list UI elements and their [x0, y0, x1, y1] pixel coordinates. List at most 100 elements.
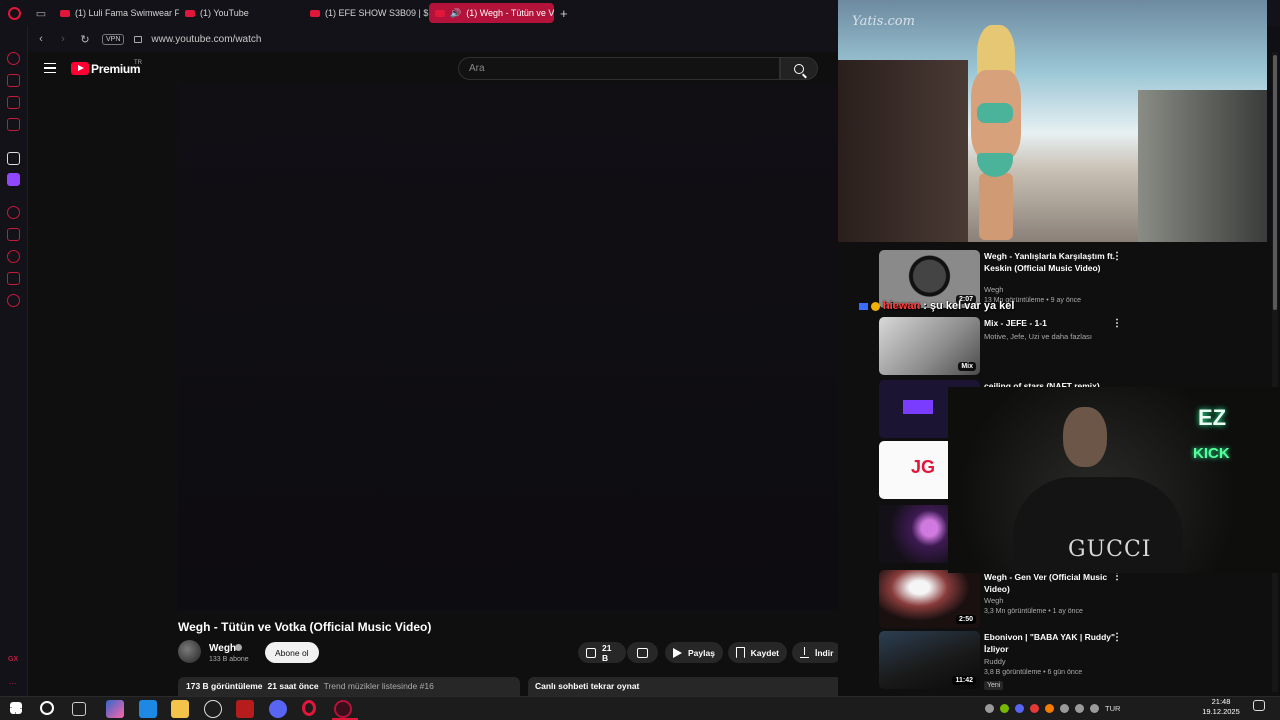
player-icon[interactable] — [7, 206, 20, 219]
channel-avatar[interactable] — [178, 640, 201, 663]
opera-gx-icon[interactable] — [334, 700, 352, 718]
speaker-icon[interactable]: 🔊 — [450, 8, 461, 19]
more-vertical-icon[interactable]: ⋮ — [1112, 318, 1122, 329]
ai-assistant-icon[interactable] — [7, 52, 20, 65]
youtube-favicon-icon — [60, 9, 70, 17]
workspaces-icon[interactable]: ▭ — [28, 0, 54, 26]
browser-sidebar: GX ... — [0, 26, 28, 696]
vpn-badge[interactable]: VPN — [102, 33, 125, 45]
gx-control-label[interactable]: GX — [8, 656, 18, 663]
sidebar-more-icon[interactable]: ... — [9, 676, 17, 686]
download-button[interactable]: İndir — [792, 642, 842, 663]
tab-luli-fama[interactable]: (1) Luli Fama Swimwear F... — [54, 3, 179, 23]
rec-item[interactable]: 11:42 Ebonivon | "BABA YAK | Ruddy" İzli… — [879, 631, 1279, 691]
new-tab-button[interactable]: + — [560, 6, 568, 21]
youtube-header: Premium TR Ara — [28, 52, 880, 86]
video-title: Wegh - Tütün ve Votka (Official Music Vi… — [178, 620, 432, 634]
notifications-icon[interactable] — [1253, 700, 1265, 711]
opera-icon — [7, 6, 21, 20]
steelseries-icon[interactable] — [1045, 703, 1054, 713]
youtube-premium-label[interactable]: Premium — [91, 62, 141, 76]
video-player[interactable] — [178, 86, 870, 610]
tab-wegh-active[interactable]: 🔊 (1) Wegh - Tütün ve V... — [429, 3, 554, 23]
edge-icon[interactable] — [139, 700, 157, 718]
lock-icon[interactable] — [134, 35, 143, 43]
rec-channel[interactable]: Ruddy — [984, 657, 1006, 666]
nvidia-icon[interactable] — [1000, 703, 1009, 713]
chat-text: : şu kel var ya kel — [923, 300, 1015, 312]
settings-gear-icon[interactable] — [7, 294, 20, 307]
rec-channel: Motive, Jefe, Uzi ve daha fazlası — [984, 332, 1092, 341]
description-box[interactable]: 173 B görüntüleme 21 saat önce Trend müz… — [178, 677, 520, 696]
rec-channel[interactable]: Wegh — [984, 285, 1003, 294]
discord-icon[interactable] — [269, 700, 287, 718]
more-vertical-icon[interactable]: ⋮ — [1112, 632, 1122, 643]
clock-date: 19.12.2025 — [1202, 707, 1240, 716]
menu-icon[interactable] — [44, 63, 56, 73]
shirt-text: GUCCI — [1068, 537, 1152, 562]
forward-icon[interactable]: › — [54, 33, 72, 45]
chat-replay-button[interactable]: Canlı sohbeti tekrar oynat — [528, 677, 870, 696]
upload-age: 21 saat önce — [267, 681, 319, 691]
recorder-icon[interactable] — [1030, 703, 1039, 713]
discord-tray-icon[interactable] — [1015, 703, 1024, 713]
reload-icon[interactable]: ↻ — [76, 33, 94, 46]
rec-title[interactable]: Wegh - Gen Ver (Official Music Video) — [984, 571, 1119, 595]
channel-name[interactable]: Wegh — [209, 643, 236, 654]
trend-link[interactable]: Trend müzikler listesinde #16 — [324, 681, 434, 692]
rec-channel[interactable]: Wegh — [984, 596, 1003, 605]
rec-title[interactable]: Ebonivon | "BABA YAK | Ruddy" İzliyor — [984, 631, 1119, 655]
extensions-icon[interactable] — [7, 272, 20, 285]
network-icon[interactable] — [1060, 703, 1069, 713]
dislike-button[interactable] — [627, 642, 658, 663]
tab-youtube[interactable]: (1) YouTube — [179, 3, 304, 23]
subscribe-button[interactable]: Abone ol — [265, 642, 319, 663]
twitch-icon[interactable] — [7, 173, 20, 186]
history-icon[interactable] — [7, 250, 20, 263]
scrollbar-thumb[interactable] — [1273, 55, 1277, 310]
opera-icon[interactable] — [302, 700, 316, 716]
app-icon[interactable] — [236, 700, 254, 718]
clock[interactable]: 21:48 19.12.2025 — [1198, 697, 1244, 717]
rec-title[interactable]: Wegh - Yanlışlarla Karşılaştım ft. Keski… — [984, 250, 1119, 274]
back-icon[interactable]: ‹ — [32, 33, 50, 45]
rec-item[interactable]: 2:50 Wegh - Gen Ver (Official Music Vide… — [879, 570, 1279, 630]
more-vertical-icon[interactable]: ⋮ — [1112, 251, 1122, 262]
search-input[interactable]: Ara — [458, 57, 780, 80]
instagram-icon[interactable] — [7, 118, 20, 131]
search-button[interactable] — [780, 57, 818, 80]
rec-thumbnail[interactable]: 2:50 — [879, 570, 980, 628]
tray-app-icon[interactable] — [985, 703, 994, 713]
like-button[interactable]: 21 B — [578, 642, 626, 663]
url-field[interactable]: www.youtube.com/watch — [151, 34, 261, 45]
side-video-overlay: Yatis.com — [838, 0, 1267, 242]
search-icon[interactable] — [40, 701, 54, 715]
duration-badge: 11:42 — [952, 676, 976, 685]
chat-badge-icon — [871, 301, 880, 311]
duration-badge: 2:50 — [955, 615, 976, 624]
tab-efe-show[interactable]: (1) EFE SHOW S3B09 | $... — [304, 3, 429, 23]
opera-menu-button[interactable] — [0, 0, 28, 26]
save-button[interactable]: Kaydet — [728, 642, 787, 663]
stream-chat-message: hiewan : şu kel var ya kel — [859, 300, 1014, 312]
youtube-favicon-icon — [310, 9, 320, 17]
download-icon — [800, 647, 809, 658]
rec-thumbnail[interactable]: 11:42 — [879, 631, 980, 689]
share-button[interactable]: Paylaş — [665, 642, 723, 663]
rec-thumbnail[interactable]: Mix — [879, 317, 980, 375]
microphone-icon[interactable] — [1075, 703, 1084, 713]
copilot-icon[interactable] — [106, 700, 124, 718]
file-explorer-icon[interactable] — [171, 700, 189, 718]
task-view-icon[interactable] — [72, 702, 86, 716]
messenger-icon[interactable] — [7, 96, 20, 109]
apps-icon[interactable] — [7, 152, 20, 165]
settings-icon[interactable] — [204, 700, 222, 718]
windows-start-icon[interactable] — [10, 702, 22, 714]
shopping-icon[interactable] — [7, 74, 20, 87]
rec-title[interactable]: Mix - JEFE - 1-1 — [984, 317, 1119, 329]
language-indicator[interactable]: TUR — [1105, 704, 1120, 713]
volume-icon[interactable] — [1090, 703, 1099, 713]
youtube-logo-icon[interactable] — [71, 62, 89, 75]
bookmarks-icon[interactable] — [7, 228, 20, 241]
rec-item[interactable]: Mix Mix - JEFE - 1-1 Motive, Jefe, Uzi v… — [879, 317, 1279, 377]
